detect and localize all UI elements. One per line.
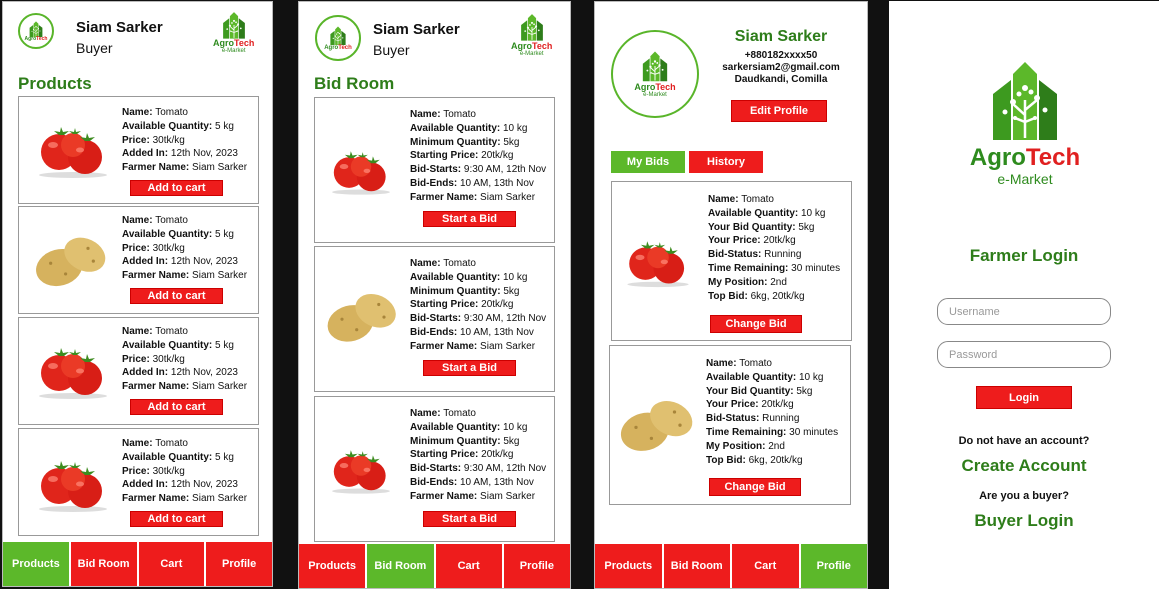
nav-products[interactable]: Products — [595, 544, 662, 588]
my-bid-card: Name: Tomato Available Quantity: 10 kg Y… — [611, 181, 852, 341]
add-to-cart-button[interactable]: Add to cart — [130, 399, 223, 415]
potato-image — [614, 390, 702, 456]
nav-cart[interactable]: Cart — [732, 544, 799, 588]
start-bid-button[interactable]: Start a Bid — [423, 360, 516, 376]
buyer-login-link[interactable]: Buyer Login — [889, 511, 1159, 531]
bid-item-card: Name: Tomato Available Quantity: 10 kg M… — [314, 396, 555, 542]
start-bid-button[interactable]: Start a Bid — [423, 211, 516, 227]
bid-item-info: Name: Tomato Available Quantity: 10 kg M… — [410, 258, 547, 352]
add-to-cart-button[interactable]: Add to cart — [130, 288, 223, 304]
nav-profile[interactable]: Profile — [800, 544, 867, 588]
bid-room-screen: AgroTech Siam Sarker Buyer AgroTech e-Ma… — [298, 1, 571, 589]
nav-products[interactable]: Products — [299, 544, 366, 588]
potato-image — [321, 283, 405, 347]
tomato-image — [327, 144, 395, 196]
profile-details: Siam Sarker +880182xxxx50 sarkersiam2@gm… — [713, 28, 849, 85]
login-screen: AgroTech e-Market Farmer Login Username … — [889, 1, 1159, 589]
page-title: Bid Room — [314, 74, 395, 93]
agrotech-logo: AgroTech e-Market — [511, 12, 552, 58]
create-account-link[interactable]: Create Account — [889, 456, 1159, 476]
bid-item-info: Name: Tomato Available Quantity: 10 kg M… — [410, 408, 547, 502]
user-name: Siam Sarker — [373, 21, 460, 38]
bid-item-info: Name: Tomato Available Quantity: 10 kg M… — [410, 109, 547, 203]
username-input[interactable]: Username — [937, 298, 1111, 325]
nav-bid-room[interactable]: Bid Room — [70, 542, 137, 586]
profile-phone: +880182xxxx50 — [744, 50, 818, 61]
nav-cart[interactable]: Cart — [138, 542, 205, 586]
profile-name: Siam Sarker — [734, 28, 828, 45]
tab-my-bids[interactable]: My Bids — [611, 151, 685, 173]
buyer-question-text: Are you a buyer? — [979, 490, 1069, 502]
add-to-cart-button[interactable]: Add to cart — [130, 180, 223, 196]
product-info: Name: Tomato Available Quantity: 5 kg Pr… — [122, 326, 248, 393]
agrotech-logo-icon — [636, 50, 674, 82]
product-card: Name: Tomato Available Quantity: 5 kg Pr… — [18, 317, 259, 425]
no-account-text: Do not have an account? — [958, 435, 1090, 447]
nav-profile[interactable]: Profile — [503, 544, 570, 588]
change-bid-button[interactable]: Change Bid — [710, 315, 802, 333]
agrotech-logo-icon — [217, 11, 251, 39]
avatar[interactable]: AgroTech — [18, 13, 54, 49]
user-role: Buyer — [373, 42, 410, 58]
bottom-nav: Products Bid Room Cart Profile — [595, 544, 867, 588]
add-to-cart-button[interactable]: Add to cart — [130, 511, 223, 527]
nav-bid-room[interactable]: Bid Room — [663, 544, 730, 588]
page-title: Products — [18, 74, 92, 93]
user-role: Buyer — [76, 40, 113, 56]
product-info: Name: Tomato Available Quantity: 5 kg Pr… — [122, 215, 248, 282]
product-info: Name: Tomato Available Quantity: 5 kg Pr… — [122, 107, 248, 174]
avatar[interactable]: AgroTech — [315, 15, 361, 61]
my-bid-info: Name: Tomato Available Quantity: 10 kg Y… — [708, 194, 841, 302]
my-bid-info: Name: Tomato Available Quantity: 10 kg Y… — [706, 358, 839, 466]
nav-profile[interactable]: Profile — [206, 542, 272, 586]
potato-image — [29, 227, 115, 291]
agrotech-logo: AgroTech e-Market — [213, 11, 254, 55]
nav-cart[interactable]: Cart — [435, 544, 502, 588]
agrotech-logo-icon — [975, 55, 1075, 145]
edit-profile-button[interactable]: Edit Profile — [731, 100, 827, 122]
profile-address: Daudkandi, Comilla — [734, 74, 828, 85]
profile-email: sarkersiam2@gmail.com — [722, 62, 840, 73]
product-card: Name: Tomato Available Quantity: 5 kg Pr… — [18, 96, 259, 204]
user-name: Siam Sarker — [76, 19, 163, 36]
bottom-nav: Products Bid Room Cart Profile — [299, 544, 570, 588]
profile-avatar: AgroTech e-Market — [611, 30, 699, 118]
product-card: Name: Tomato Available Quantity: 5 kg Pr… — [18, 428, 259, 536]
nav-bid-room[interactable]: Bid Room — [367, 544, 434, 588]
product-card: Name: Tomato Available Quantity: 5 kg Pr… — [18, 206, 259, 314]
agrotech-logo-icon — [26, 21, 46, 37]
tab-history[interactable]: History — [689, 151, 763, 173]
tomato-image — [33, 119, 113, 179]
bottom-nav: Products Bid Room Cart Profile — [3, 542, 272, 586]
profile-screen: AgroTech e-Market Siam Sarker +880182xxxx… — [594, 1, 868, 589]
tomato-image — [327, 443, 395, 495]
product-info: Name: Tomato Available Quantity: 5 kg Pr… — [122, 438, 248, 505]
login-button[interactable]: Login — [976, 386, 1072, 409]
tomato-image — [33, 340, 113, 400]
tomato-image — [33, 453, 113, 513]
products-screen: AgroTech Siam Sarker Buyer AgroTech e-Ma… — [2, 1, 273, 587]
nav-products[interactable]: Products — [3, 542, 69, 586]
my-bid-card: Name: Tomato Available Quantity: 10 kg Y… — [609, 345, 851, 505]
agrotech-logo-icon — [326, 26, 350, 45]
agrotech-logo-icon — [515, 12, 549, 42]
change-bid-button[interactable]: Change Bid — [709, 478, 801, 496]
password-input[interactable]: Password — [937, 341, 1111, 368]
bid-item-card: Name: Tomato Available Quantity: 10 kg M… — [314, 246, 555, 392]
bid-item-card: Name: Tomato Available Quantity: 10 kg M… — [314, 97, 555, 243]
agrotech-logo: AgroTech e-Market — [963, 55, 1087, 187]
start-bid-button[interactable]: Start a Bid — [423, 511, 516, 527]
tomato-image — [622, 234, 694, 288]
login-title: Farmer Login — [969, 246, 1079, 265]
